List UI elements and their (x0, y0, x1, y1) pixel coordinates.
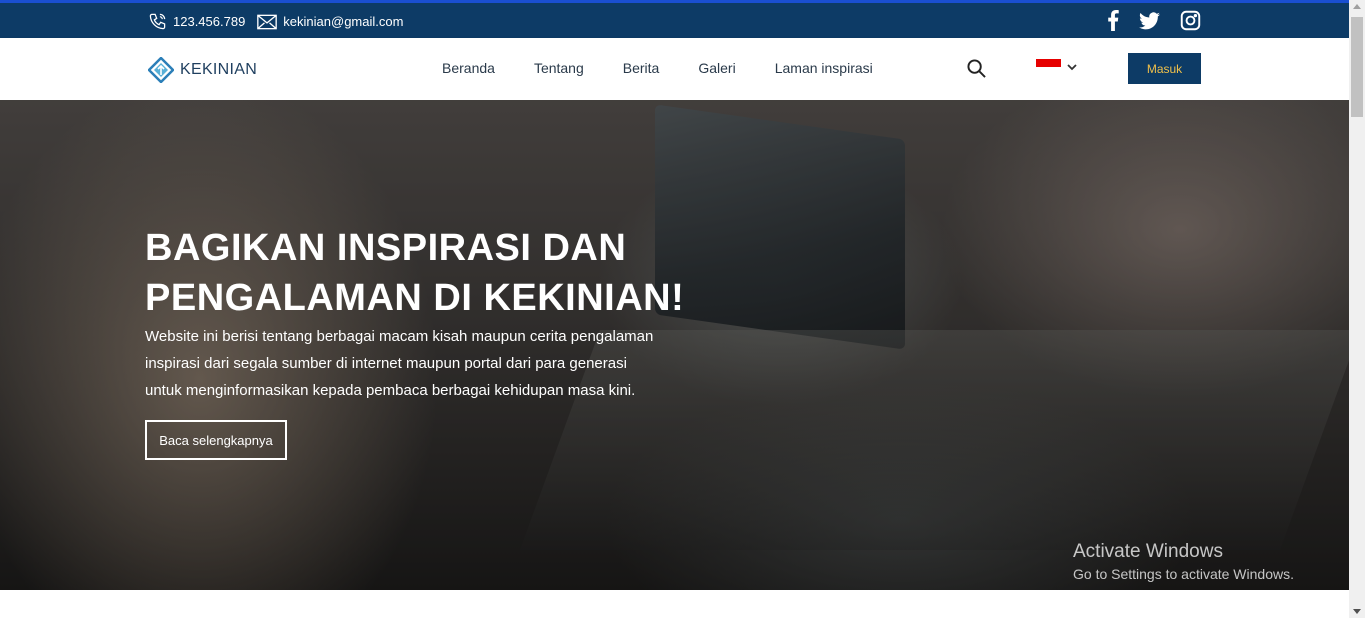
vertical-scrollbar[interactable] (1349, 0, 1365, 618)
scrollbar-thumb[interactable] (1351, 17, 1363, 117)
chevron-down-icon (1067, 63, 1077, 70)
hero-banner: BAGIKAN INSPIRASI DAN PENGALAMAN DI KEKI… (0, 100, 1349, 590)
phone-icon (149, 13, 166, 30)
main-header: KEKINIAN Beranda Tentang Berita Galeri L… (0, 38, 1349, 100)
social-links (1087, 10, 1201, 31)
windows-activation-watermark: Activate Windows Go to Settings to activ… (1073, 541, 1294, 582)
twitter-icon[interactable] (1139, 11, 1160, 30)
hero-content: BAGIKAN INSPIRASI DAN PENGALAMAN DI KEKI… (145, 223, 765, 460)
brand-name: KEKINIAN (180, 61, 258, 78)
hero-title: BAGIKAN INSPIRASI DAN PENGALAMAN DI KEKI… (145, 223, 765, 323)
nav-item-berita[interactable]: Berita (623, 60, 660, 76)
hero-title-line1: BAGIKAN INSPIRASI DAN (145, 227, 627, 269)
instagram-icon[interactable] (1180, 10, 1201, 31)
facebook-icon[interactable] (1107, 10, 1119, 31)
hero-description: Website ini berisi tentang berbagai maca… (145, 328, 654, 399)
read-more-button[interactable]: Baca selengkapnya (145, 420, 287, 460)
indonesia-flag-icon (1036, 59, 1061, 75)
email-contact[interactable]: kekinian@gmail.com (257, 14, 403, 30)
hero-title-line2: PENGALAMAN DI KEKINIAN! (145, 277, 685, 319)
mail-icon (257, 14, 278, 29)
scroll-down-arrow-icon[interactable] (1353, 609, 1361, 614)
watermark-subtitle: Go to Settings to activate Windows. (1073, 566, 1294, 582)
logo-icon (148, 57, 174, 83)
search-icon[interactable] (967, 59, 986, 83)
email-address: kekinian@gmail.com (283, 14, 404, 29)
watermark-title: Activate Windows (1073, 541, 1223, 562)
nav-item-tentang[interactable]: Tentang (534, 60, 584, 76)
nav-item-galeri[interactable]: Galeri (698, 60, 735, 76)
language-selector[interactable] (1036, 59, 1077, 75)
nav-item-laman-inspirasi[interactable]: Laman inspirasi (775, 60, 873, 76)
brand-logo[interactable]: KEKINIAN (148, 57, 257, 83)
contact-info: 123.456.789 kekinian@gmail.com (148, 12, 415, 31)
scroll-up-arrow-icon[interactable] (1353, 4, 1361, 9)
nav-item-beranda[interactable]: Beranda (442, 60, 495, 76)
main-nav: Beranda Tentang Berita Galeri Laman insp… (442, 60, 912, 76)
login-button[interactable]: Masuk (1128, 53, 1201, 84)
phone-contact[interactable]: 123.456.789 (148, 12, 245, 31)
top-info-bar: 123.456.789 kekinian@gmail.com (0, 0, 1349, 38)
phone-number: 123.456.789 (173, 14, 246, 29)
